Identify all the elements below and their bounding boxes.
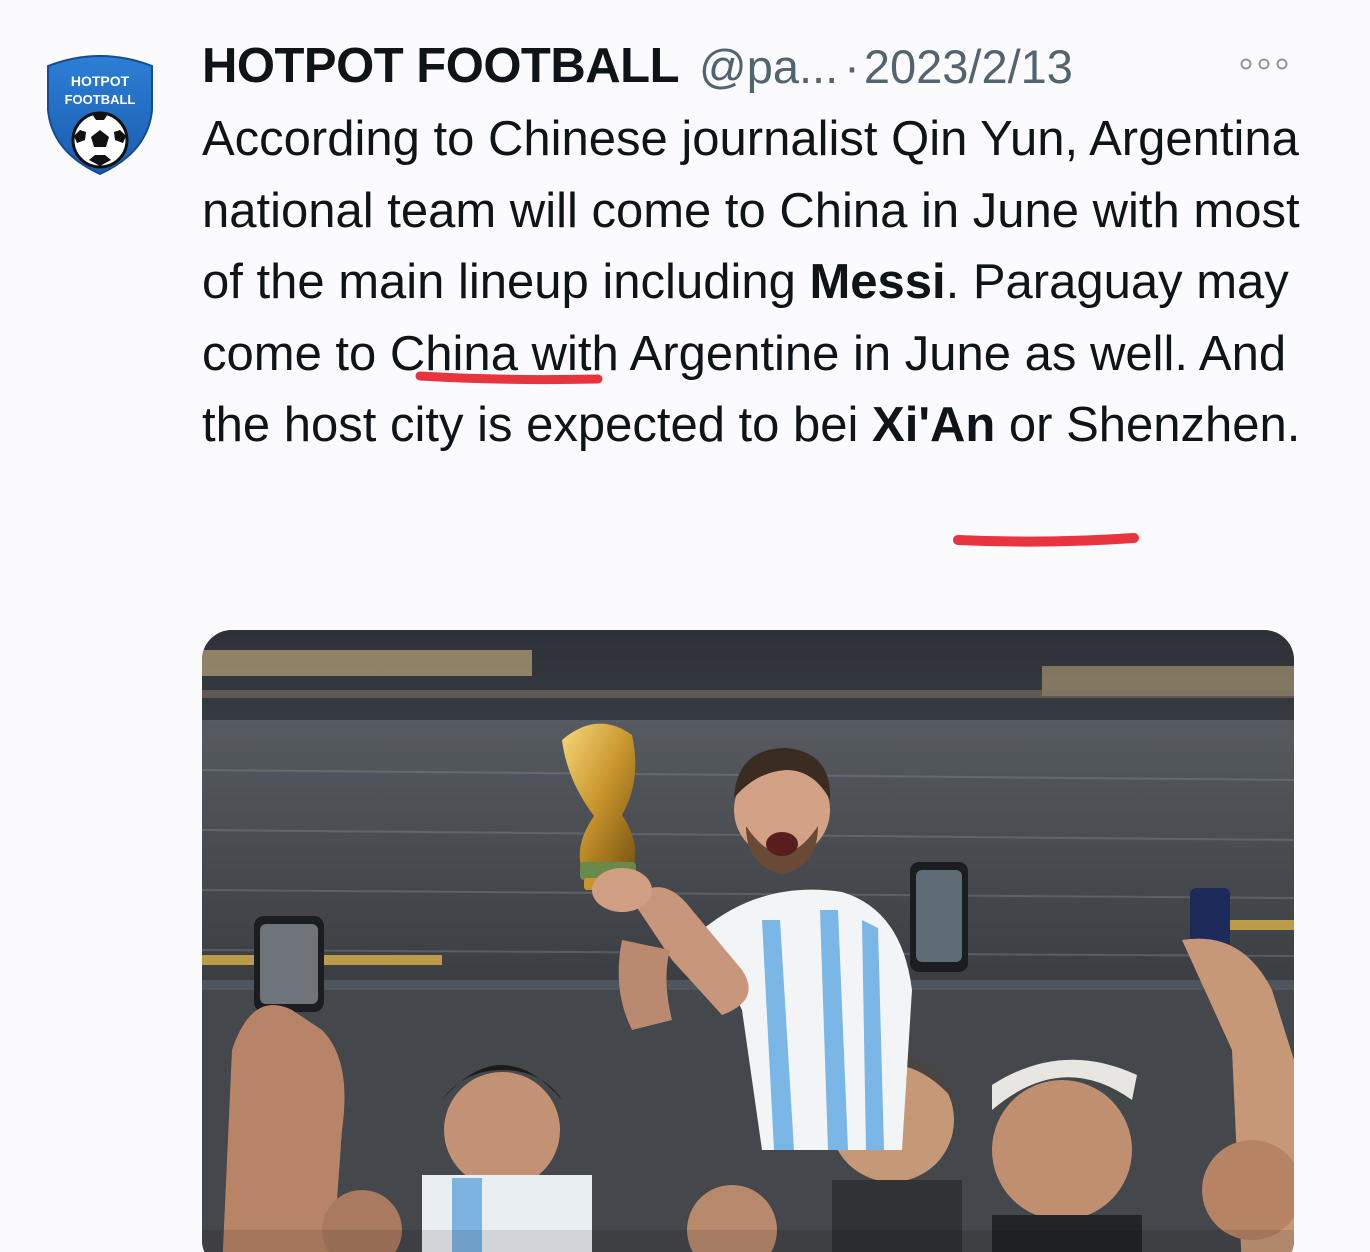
user-handle[interactable]: @pa... <box>699 39 838 94</box>
avatar[interactable]: HOTPOT FOOTBALL <box>44 52 156 176</box>
photo-celebration-icon <box>202 630 1294 1252</box>
soccer-ball-icon <box>71 111 129 169</box>
avatar-line2: FOOTBALL <box>65 92 136 107</box>
tweet-text: According to Chinese journalist Qin Yun,… <box>202 104 1302 462</box>
separator-dot: · <box>844 39 860 93</box>
tweet-header: HOTPOT FOOTBALL @pa... · 2023/2/13 <box>202 34 1073 98</box>
avatar-line1: HOTPOT <box>71 73 130 89</box>
more-options-button[interactable] <box>1238 56 1290 72</box>
highlight-xian: Xi'An <box>872 398 996 452</box>
tweet-date[interactable]: 2023/2/13 <box>864 39 1073 94</box>
display-name[interactable]: HOTPOT FOOTBALL <box>202 38 680 94</box>
tweet-media-photo[interactable] <box>202 630 1294 1252</box>
tweet-card: HOTPOT FOOTBALL HOTPOT FOOTBALL @pa... ·… <box>0 0 1370 1252</box>
shield-logo-icon: HOTPOT FOOTBALL <box>47 55 153 176</box>
more-options-icon <box>1240 58 1288 70</box>
tweet-text-part3: or Shenzhen. <box>995 398 1301 452</box>
highlight-messi: Messi <box>809 255 946 309</box>
underline-xian <box>953 533 1139 547</box>
